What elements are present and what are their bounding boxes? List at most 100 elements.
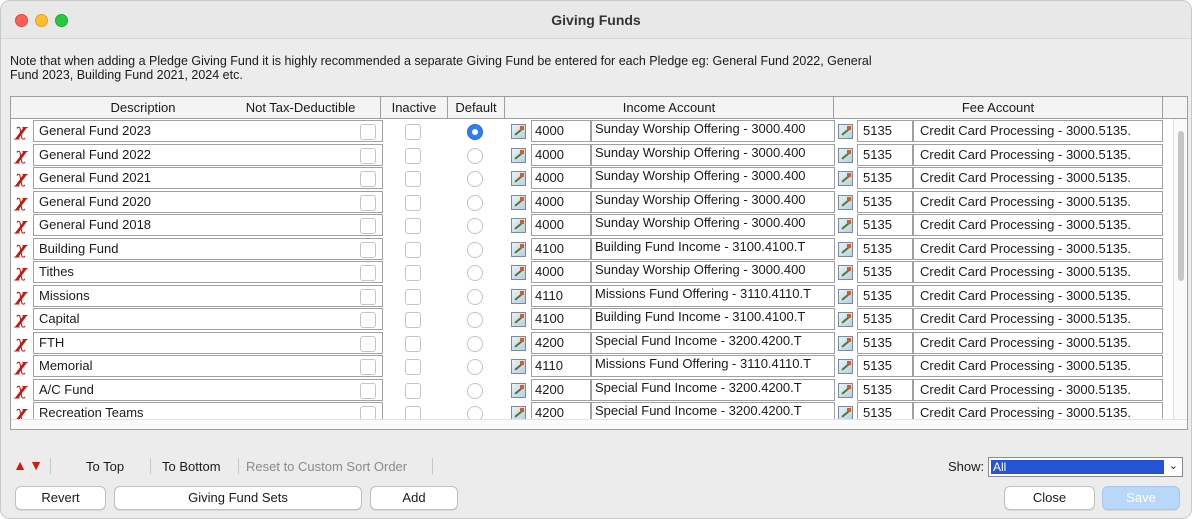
inactive-checkbox[interactable] [405, 359, 421, 375]
table-row[interactable]: χ General Fund 2018 4000 Sunday Worship Off… [11, 214, 1187, 238]
default-radio[interactable] [467, 430, 483, 431]
to-top-button[interactable]: To Top [86, 459, 124, 474]
inactive-checkbox[interactable] [405, 124, 421, 140]
table-row[interactable]: χ General Fund 2020 4000 Sunday Worship Off… [11, 190, 1187, 215]
account-picker-icon[interactable] [511, 265, 526, 280]
to-bottom-button[interactable]: To Bottom [162, 459, 221, 474]
col-fee-account[interactable]: Fee Account [834, 97, 1162, 119]
delete-icon[interactable]: χ [13, 262, 29, 282]
table-row[interactable]: χ General Fund 2021 4000 Sunday Worship Off… [11, 167, 1187, 191]
table-row[interactable]: χ A/C Fund 4200 Special Fund Income - 3200.… [11, 378, 1187, 403]
inactive-checkbox[interactable] [405, 335, 421, 352]
delete-icon[interactable]: χ [13, 332, 29, 353]
not-tax-deductible-checkbox[interactable] [360, 382, 376, 399]
save-button[interactable]: Save [1102, 486, 1180, 510]
default-radio[interactable] [467, 335, 483, 352]
default-radio[interactable] [467, 124, 483, 140]
not-tax-deductible-checkbox[interactable] [360, 171, 376, 187]
not-tax-deductible-checkbox[interactable] [360, 124, 376, 140]
account-picker-icon[interactable] [511, 382, 526, 398]
account-picker-icon[interactable] [511, 194, 526, 210]
inactive-checkbox[interactable] [405, 194, 421, 211]
delete-icon[interactable]: χ [13, 144, 29, 165]
delete-icon[interactable]: χ [13, 168, 29, 188]
horizontal-scrollbar[interactable] [11, 419, 1187, 429]
table-row[interactable]: χ General Fund 2022 4000 Sunday Worship Off… [11, 143, 1187, 168]
delete-icon[interactable]: χ [13, 379, 29, 400]
account-picker-icon[interactable] [838, 147, 853, 163]
account-picker-icon[interactable] [511, 171, 526, 186]
account-picker-icon[interactable] [838, 359, 853, 374]
delete-icon[interactable]: χ [13, 121, 29, 141]
delete-icon[interactable]: χ [13, 215, 29, 235]
table-row[interactable]: χ Tithes 4000 Sunday Worship Offering - 300… [11, 261, 1187, 285]
inactive-checkbox[interactable] [405, 171, 421, 187]
delete-icon[interactable]: χ [13, 356, 29, 376]
not-tax-deductible-checkbox[interactable] [360, 241, 376, 258]
close-button[interactable]: Close [1004, 486, 1095, 510]
delete-icon[interactable]: χ [13, 191, 29, 212]
delete-icon[interactable]: χ [13, 238, 29, 259]
add-button[interactable]: Add [370, 486, 458, 510]
account-picker-icon[interactable] [511, 335, 526, 351]
not-tax-deductible-checkbox[interactable] [360, 265, 376, 281]
not-tax-deductible-checkbox[interactable] [360, 194, 376, 211]
inactive-checkbox[interactable] [405, 241, 421, 258]
col-default[interactable]: Default [448, 97, 504, 119]
show-select[interactable]: All ⌄ [988, 457, 1183, 477]
account-picker-icon[interactable] [838, 171, 853, 186]
account-picker-icon[interactable] [511, 312, 526, 327]
not-tax-deductible-checkbox[interactable] [360, 288, 376, 305]
reset-sort-order-button[interactable]: Reset to Custom Sort Order [246, 459, 407, 474]
account-picker-icon[interactable] [511, 124, 526, 139]
not-tax-deductible-checkbox[interactable] [360, 359, 376, 375]
account-picker-icon[interactable] [838, 194, 853, 210]
col-income-account[interactable]: Income Account [505, 97, 833, 119]
inactive-checkbox[interactable] [405, 265, 421, 281]
account-picker-icon[interactable] [511, 430, 526, 431]
inactive-checkbox[interactable] [405, 430, 421, 431]
account-picker-icon[interactable] [511, 359, 526, 374]
default-radio[interactable] [467, 147, 483, 164]
table-row[interactable]: χ Capital 4100 Building Fund Income - 3100.… [11, 308, 1187, 332]
down-arrow-icon[interactable]: ▼ [29, 457, 43, 473]
inactive-checkbox[interactable] [405, 218, 421, 234]
account-picker-icon[interactable] [838, 218, 853, 233]
account-picker-icon[interactable] [838, 335, 853, 351]
col-description[interactable]: Description [33, 97, 253, 119]
default-radio[interactable] [467, 359, 483, 375]
account-picker-icon[interactable] [838, 265, 853, 280]
account-picker-icon[interactable] [511, 218, 526, 233]
not-tax-deductible-checkbox[interactable] [360, 335, 376, 352]
table-row[interactable]: χ FTH 4200 Special Fund Income - 3200.4200.… [11, 331, 1187, 356]
table-row[interactable]: χ Memorial 4110 Missions Fund Offering - 31… [11, 355, 1187, 379]
account-picker-icon[interactable] [838, 382, 853, 398]
account-picker-icon[interactable] [838, 288, 853, 304]
default-radio[interactable] [467, 265, 483, 281]
default-radio[interactable] [467, 382, 483, 399]
col-inactive[interactable]: Inactive [381, 97, 447, 119]
default-radio[interactable] [467, 218, 483, 234]
table-row[interactable]: χ Missions 4110 Missions Fund Offering - 31… [11, 284, 1187, 309]
account-picker-icon[interactable] [838, 124, 853, 139]
not-tax-deductible-checkbox[interactable] [360, 430, 376, 431]
not-tax-deductible-checkbox[interactable] [360, 147, 376, 164]
default-radio[interactable] [467, 312, 483, 328]
account-picker-icon[interactable] [838, 312, 853, 327]
account-picker-icon[interactable] [511, 288, 526, 304]
default-radio[interactable] [467, 288, 483, 305]
inactive-checkbox[interactable] [405, 312, 421, 328]
account-picker-icon[interactable] [838, 241, 853, 257]
giving-fund-sets-button[interactable]: Giving Fund Sets [114, 486, 362, 510]
revert-button[interactable]: Revert [15, 486, 106, 510]
account-picker-icon[interactable] [511, 241, 526, 257]
not-tax-deductible-checkbox[interactable] [360, 312, 376, 328]
inactive-checkbox[interactable] [405, 288, 421, 305]
default-radio[interactable] [467, 194, 483, 211]
inactive-checkbox[interactable] [405, 147, 421, 164]
table-row[interactable]: χ General Fund 2023 4000 Sunday Worship Off… [11, 120, 1187, 144]
delete-icon[interactable]: χ [13, 309, 29, 329]
not-tax-deductible-checkbox[interactable] [360, 218, 376, 234]
table-row[interactable]: χ Building Fund 4100 Building Fund Income -… [11, 237, 1187, 262]
default-radio[interactable] [467, 241, 483, 258]
